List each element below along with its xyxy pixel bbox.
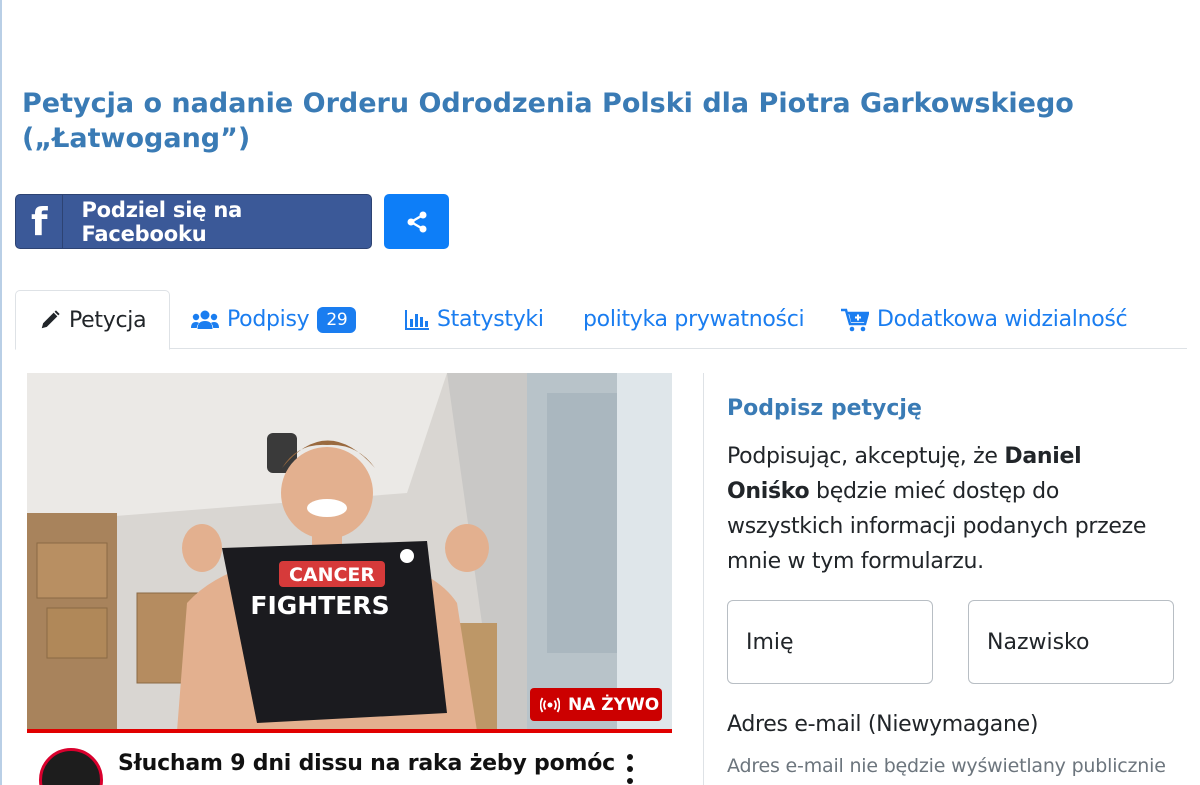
users-icon — [191, 310, 219, 329]
video-thumbnail[interactable]: CANCER FIGHTERS — [27, 373, 672, 731]
consent-prefix: Podpisując, akceptuję, że — [727, 444, 1005, 469]
bar-chart-icon — [405, 309, 429, 330]
shirt-text-cancer: CANCER — [289, 564, 375, 586]
sign-petition-heading: Podpisz petycję — [727, 396, 922, 421]
facebook-share-label: Podziel się na Facebooku — [81, 197, 243, 246]
live-badge: NA ŻYWO — [530, 688, 662, 721]
petition-title: Petycja o nadanie Orderu Odrodzenia Pols… — [22, 88, 1074, 154]
video-progress-bar — [27, 729, 672, 733]
live-label: NA ŻYWO — [568, 694, 660, 715]
petition-tabs: Petycja Podpisy 29 Statystyki polityka p… — [15, 290, 1187, 350]
shirt-text-fighters: FIGHTERS — [250, 591, 389, 620]
consent-text: Podpisując, akceptuję, że Daniel Oniśko … — [727, 439, 1167, 579]
first-name-input[interactable] — [727, 600, 933, 684]
tab-label: polityka prywatności — [583, 307, 805, 332]
last-name-input[interactable] — [968, 600, 1174, 684]
facebook-icon: f — [16, 195, 64, 248]
tab-petycja[interactable]: Petycja — [15, 290, 171, 350]
cart-plus-icon — [841, 308, 869, 331]
share-icon — [407, 211, 426, 232]
share-button[interactable] — [384, 194, 449, 249]
tab-label: Podpisy — [227, 307, 310, 332]
email-help-text: Adres e-mail nie będzie wyświetlany publ… — [727, 755, 1166, 777]
column-divider — [703, 373, 704, 785]
tab-label: Petycja — [69, 307, 147, 333]
pencil-icon — [41, 310, 60, 329]
signature-count-badge: 29 — [317, 306, 357, 333]
broadcast-icon — [540, 697, 560, 712]
facebook-share-button[interactable]: f Podziel się na Facebooku — [15, 194, 372, 249]
tab-label: Statystyki — [437, 307, 544, 332]
tab-polityka-prywatnosci[interactable]: polityka prywatności — [583, 290, 805, 349]
channel-avatar[interactable] — [39, 748, 103, 785]
email-label: Adres e-mail (Niewymagane) — [727, 712, 1039, 737]
tab-podpisy[interactable]: Podpisy 29 — [191, 290, 357, 349]
more-options-icon[interactable] — [624, 754, 636, 784]
video-title[interactable]: Słucham 9 dni dissu na raka żeby pomóc — [118, 751, 615, 776]
video-frame-image: CANCER FIGHTERS — [27, 373, 672, 731]
page-left-border — [0, 0, 2, 785]
tab-statystyki[interactable]: Statystyki — [405, 290, 544, 349]
tab-dodatkowa-widzialnosc[interactable]: Dodatkowa widzialność — [841, 290, 1128, 349]
tab-label: Dodatkowa widzialność — [877, 307, 1128, 332]
